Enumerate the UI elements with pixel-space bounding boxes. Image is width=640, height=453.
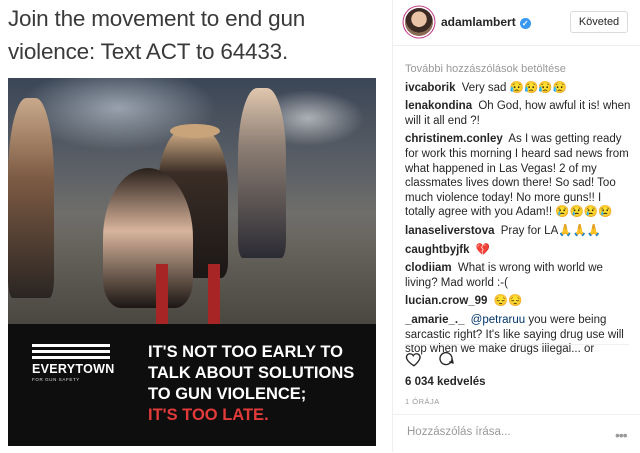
following-button[interactable]: Követed xyxy=(570,11,628,33)
logo-name: EVERYTOWN xyxy=(32,362,115,376)
comment-username[interactable]: christinem.conley xyxy=(405,133,503,145)
comment-text: Very sad 😥😥😥😥 xyxy=(461,81,567,94)
comment-item: christinem.conley As I was getting ready… xyxy=(405,132,631,220)
slogan-red: IT'S TOO LATE. xyxy=(148,406,269,424)
add-comment-bar: ••• xyxy=(393,414,640,453)
comment-item: lucian.crow_99 😔😔 xyxy=(405,294,631,309)
comment-username[interactable]: _amarie_._ xyxy=(405,314,464,326)
post-sidebar: adamlambert ✓ Követed További hozzászólás… xyxy=(392,0,640,452)
bystander-figure xyxy=(238,88,286,258)
red-post xyxy=(208,264,220,324)
comment-item: clodiiam What is wrong with world we liv… xyxy=(405,261,631,290)
comment-username[interactable]: clodiiam xyxy=(405,262,452,274)
avatar[interactable] xyxy=(405,8,433,36)
banner-slogan: IT'S NOT TOO EARLY TO TALK ABOUT SOLUTIO… xyxy=(148,342,370,426)
comment-text: 💔 xyxy=(475,243,491,256)
load-more-comments-link[interactable]: További hozzászólások betöltése xyxy=(405,62,631,77)
comment-text: 😔😔 xyxy=(493,295,523,308)
bystander-figure xyxy=(8,98,54,298)
everytown-banner: EVERYTOWN FOR GUN SAFETY IT'S NOT TOO EA… xyxy=(8,324,376,446)
divider xyxy=(405,344,629,345)
verified-badge-icon: ✓ xyxy=(519,18,531,29)
username-link[interactable]: adamlambert ✓ xyxy=(441,15,531,29)
add-comment-input[interactable] xyxy=(405,425,609,439)
more-options-icon[interactable]: ••• xyxy=(615,427,628,443)
crouching-woman-figure xyxy=(103,168,193,308)
post-timestamp[interactable]: 1 ÓRÁJA xyxy=(405,397,440,406)
comment-username[interactable]: ivcaborik xyxy=(405,82,456,94)
comment-username[interactable]: lucian.crow_99 xyxy=(405,295,487,307)
cowboy-hat xyxy=(170,124,220,138)
headline-text: Join the movement to end gun violence: T… xyxy=(8,6,306,64)
post-image[interactable]: EVERYTOWN FOR GUN SAFETY IT'S NOT TOO EA… xyxy=(8,78,376,446)
post-actions xyxy=(405,350,465,370)
comment-item: lanaseliverstova Pray for LA🙏🙏🙏 xyxy=(405,224,631,239)
red-post xyxy=(156,264,168,324)
comment-item: caughtbyjfk 💔 xyxy=(405,243,631,258)
comment-username[interactable]: caughtbyjfk xyxy=(405,244,470,256)
everytown-logo: EVERYTOWN FOR GUN SAFETY xyxy=(32,344,115,382)
comment-username[interactable]: lanaseliverstova xyxy=(405,225,495,237)
logo-subtitle: FOR GUN SAFETY xyxy=(32,377,80,382)
slogan-white: IT'S NOT TOO EARLY TO TALK ABOUT SOLUTIO… xyxy=(148,343,355,403)
comment-mention[interactable]: @petraruu xyxy=(471,314,526,326)
post-header: adamlambert ✓ Követed xyxy=(393,0,640,46)
likes-count[interactable]: 6 034 kedvelés xyxy=(405,376,486,388)
comment-text: Pray for LA🙏🙏🙏 xyxy=(500,224,602,237)
photo-scene xyxy=(8,78,376,324)
username-text[interactable]: adamlambert xyxy=(441,15,516,29)
promo-panel: Join the movement to end gun violence: T… xyxy=(0,0,392,452)
comment-item: lenakondina Oh God, how awful it is! whe… xyxy=(405,99,631,128)
comment-text: As I was getting ready for work this mor… xyxy=(405,133,629,219)
heart-icon[interactable] xyxy=(405,350,423,368)
comments-list: További hozzászólások betöltése ivcabori… xyxy=(405,62,631,361)
comment-icon[interactable] xyxy=(437,350,455,368)
comment-item: ivcaborik Very sad 😥😥😥😥 xyxy=(405,81,631,96)
comment-username[interactable]: lenakondina xyxy=(405,100,472,112)
